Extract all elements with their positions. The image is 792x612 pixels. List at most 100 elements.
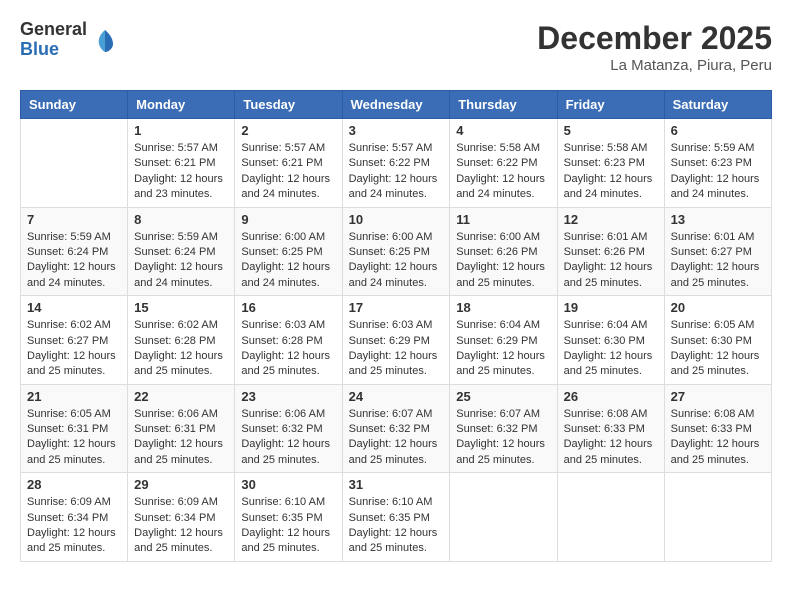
calendar-cell: 25Sunrise: 6:07 AMSunset: 6:32 PMDayligh… — [450, 384, 557, 473]
calendar-cell — [21, 119, 128, 208]
calendar-cell: 23Sunrise: 6:06 AMSunset: 6:32 PMDayligh… — [235, 384, 342, 473]
calendar-cell: 16Sunrise: 6:03 AMSunset: 6:28 PMDayligh… — [235, 296, 342, 385]
day-number: 17 — [349, 300, 444, 315]
logo-blue-text: Blue — [20, 40, 87, 60]
day-info: Sunrise: 6:07 AMSunset: 6:32 PMDaylight:… — [456, 407, 550, 469]
calendar-cell: 10 Sunrise: 6:00 AMSunset: 6:25 PMDayligh… — [342, 207, 450, 296]
calendar-cell: 11 Sunrise: 6:00 AMSunset: 6:26 PMDayligh… — [450, 207, 557, 296]
day-number: 13 — [671, 212, 765, 227]
location: La Matanza, Piura, Peru — [537, 57, 772, 74]
weekday-header-sunday: Sunday — [21, 91, 128, 119]
day-info: Sunrise: 6:05 AMSunset: 6:30 PMDaylight:… — [671, 318, 765, 380]
weekday-header-tuesday: Tuesday — [235, 91, 342, 119]
calendar-cell: 8 Sunrise: 5:59 AMSunset: 6:24 PMDaylight… — [128, 207, 235, 296]
day-number: 19 — [564, 300, 658, 315]
day-info: Sunrise: 6:00 AMSunset: 6:25 PMDaylight:… — [349, 230, 444, 292]
day-info: Sunrise: 5:59 AMSunset: 6:24 PMDaylight:… — [27, 230, 121, 292]
day-number: 1 — [134, 123, 228, 138]
day-number: 20 — [671, 300, 765, 315]
calendar-cell: 12 Sunrise: 6:01 AMSunset: 6:26 PMDayligh… — [557, 207, 664, 296]
calendar-cell: 30 Sunrise: 6:10 AMSunset: 6:35 PMDayligh… — [235, 473, 342, 562]
calendar-cell: 21 Sunrise: 6:05 AMSunset: 6:31 PMDayligh… — [21, 384, 128, 473]
day-number: 6 — [671, 123, 765, 138]
calendar-cell: 1 Sunrise: 5:57 AMSunset: 6:21 PMDaylight… — [128, 119, 235, 208]
day-number: 2 — [241, 123, 335, 138]
calendar-cell — [450, 473, 557, 562]
calendar-cell: 6Sunrise: 5:59 AMSunset: 6:23 PMDaylight… — [664, 119, 771, 208]
weekday-header-saturday: Saturday — [664, 91, 771, 119]
day-info: Sunrise: 6:01 AMSunset: 6:26 PMDaylight:… — [564, 230, 658, 292]
day-number: 11 — [456, 212, 550, 227]
day-info: Sunrise: 6:04 AMSunset: 6:30 PMDaylight:… — [564, 318, 658, 380]
day-number: 29 — [134, 477, 228, 492]
day-info: Sunrise: 6:06 AMSunset: 6:32 PMDaylight:… — [241, 407, 335, 469]
logo: General Blue — [20, 20, 119, 60]
day-info: Sunrise: 6:06 AMSunset: 6:31 PMDaylight:… — [134, 407, 228, 469]
month-title: December 2025 — [537, 20, 772, 57]
calendar-cell: 26Sunrise: 6:08 AMSunset: 6:33 PMDayligh… — [557, 384, 664, 473]
day-number: 30 — [241, 477, 335, 492]
calendar-cell: 29Sunrise: 6:09 AMSunset: 6:34 PMDayligh… — [128, 473, 235, 562]
day-number: 27 — [671, 389, 765, 404]
day-info: Sunrise: 6:02 AMSunset: 6:27 PMDaylight:… — [27, 318, 121, 380]
calendar-cell: 15 Sunrise: 6:02 AMSunset: 6:28 PMDayligh… — [128, 296, 235, 385]
day-number: 14 — [27, 300, 121, 315]
calendar-cell: 2 Sunrise: 5:57 AMSunset: 6:21 PMDaylight… — [235, 119, 342, 208]
day-number: 12 — [564, 212, 658, 227]
day-info: Sunrise: 5:57 AMSunset: 6:21 PMDaylight:… — [134, 141, 228, 203]
day-info: Sunrise: 5:58 AMSunset: 6:23 PMDaylight:… — [564, 141, 658, 203]
day-info: Sunrise: 6:05 AMSunset: 6:31 PMDaylight:… — [27, 407, 121, 469]
calendar-cell: 31 Sunrise: 6:10 AMSunset: 6:35 PMDayligh… — [342, 473, 450, 562]
day-number: 5 — [564, 123, 658, 138]
calendar-table: SundayMondayTuesdayWednesdayThursdayFrid… — [20, 90, 772, 562]
logo-general-text: General — [20, 20, 87, 40]
day-number: 22 — [134, 389, 228, 404]
calendar-week-row: 21 Sunrise: 6:05 AMSunset: 6:31 PMDayligh… — [21, 384, 772, 473]
calendar-week-row: 28Sunrise: 6:09 AMSunset: 6:34 PMDayligh… — [21, 473, 772, 562]
calendar-header-row: SundayMondayTuesdayWednesdayThursdayFrid… — [21, 91, 772, 119]
day-number: 8 — [134, 212, 228, 227]
day-number: 31 — [349, 477, 444, 492]
day-info: Sunrise: 6:07 AMSunset: 6:32 PMDaylight:… — [349, 407, 444, 469]
calendar-cell: 22 Sunrise: 6:06 AMSunset: 6:31 PMDayligh… — [128, 384, 235, 473]
day-number: 9 — [241, 212, 335, 227]
calendar-cell: 4Sunrise: 5:58 AMSunset: 6:22 PMDaylight… — [450, 119, 557, 208]
day-number: 21 — [27, 389, 121, 404]
day-number: 7 — [27, 212, 121, 227]
weekday-header-friday: Friday — [557, 91, 664, 119]
calendar-cell: 3Sunrise: 5:57 AMSunset: 6:22 PMDaylight… — [342, 119, 450, 208]
day-info: Sunrise: 6:04 AMSunset: 6:29 PMDaylight:… — [456, 318, 550, 380]
calendar-cell: 9Sunrise: 6:00 AMSunset: 6:25 PMDaylight… — [235, 207, 342, 296]
weekday-header-monday: Monday — [128, 91, 235, 119]
calendar-cell: 28Sunrise: 6:09 AMSunset: 6:34 PMDayligh… — [21, 473, 128, 562]
title-block: December 2025 La Matanza, Piura, Peru — [537, 20, 772, 74]
logo-icon — [91, 26, 119, 54]
calendar-week-row: 1 Sunrise: 5:57 AMSunset: 6:21 PMDaylight… — [21, 119, 772, 208]
day-info: Sunrise: 6:00 AMSunset: 6:26 PMDaylight:… — [456, 230, 550, 292]
day-info: Sunrise: 6:02 AMSunset: 6:28 PMDaylight:… — [134, 318, 228, 380]
calendar-cell: 20 Sunrise: 6:05 AMSunset: 6:30 PMDayligh… — [664, 296, 771, 385]
calendar-cell: 7 Sunrise: 5:59 AMSunset: 6:24 PMDaylight… — [21, 207, 128, 296]
page-header: General Blue December 2025 La Matanza, P… — [20, 20, 772, 74]
day-info: Sunrise: 5:57 AMSunset: 6:21 PMDaylight:… — [241, 141, 335, 203]
day-info: Sunrise: 5:59 AMSunset: 6:24 PMDaylight:… — [134, 230, 228, 292]
day-number: 15 — [134, 300, 228, 315]
day-info: Sunrise: 5:57 AMSunset: 6:22 PMDaylight:… — [349, 141, 444, 203]
day-number: 4 — [456, 123, 550, 138]
calendar-cell — [557, 473, 664, 562]
calendar-cell: 14 Sunrise: 6:02 AMSunset: 6:27 PMDayligh… — [21, 296, 128, 385]
calendar-cell: 27Sunrise: 6:08 AMSunset: 6:33 PMDayligh… — [664, 384, 771, 473]
day-info: Sunrise: 6:03 AMSunset: 6:28 PMDaylight:… — [241, 318, 335, 380]
day-info: Sunrise: 6:08 AMSunset: 6:33 PMDaylight:… — [564, 407, 658, 469]
calendar-cell — [664, 473, 771, 562]
day-info: Sunrise: 6:10 AMSunset: 6:35 PMDaylight:… — [349, 495, 444, 557]
calendar-cell: 18 Sunrise: 6:04 AMSunset: 6:29 PMDayligh… — [450, 296, 557, 385]
calendar-cell: 5 Sunrise: 5:58 AMSunset: 6:23 PMDaylight… — [557, 119, 664, 208]
day-info: Sunrise: 6:09 AMSunset: 6:34 PMDaylight:… — [27, 495, 121, 557]
day-number: 24 — [349, 389, 444, 404]
day-number: 18 — [456, 300, 550, 315]
day-info: Sunrise: 6:10 AMSunset: 6:35 PMDaylight:… — [241, 495, 335, 557]
day-info: Sunrise: 6:03 AMSunset: 6:29 PMDaylight:… — [349, 318, 444, 380]
day-number: 10 — [349, 212, 444, 227]
weekday-header-thursday: Thursday — [450, 91, 557, 119]
